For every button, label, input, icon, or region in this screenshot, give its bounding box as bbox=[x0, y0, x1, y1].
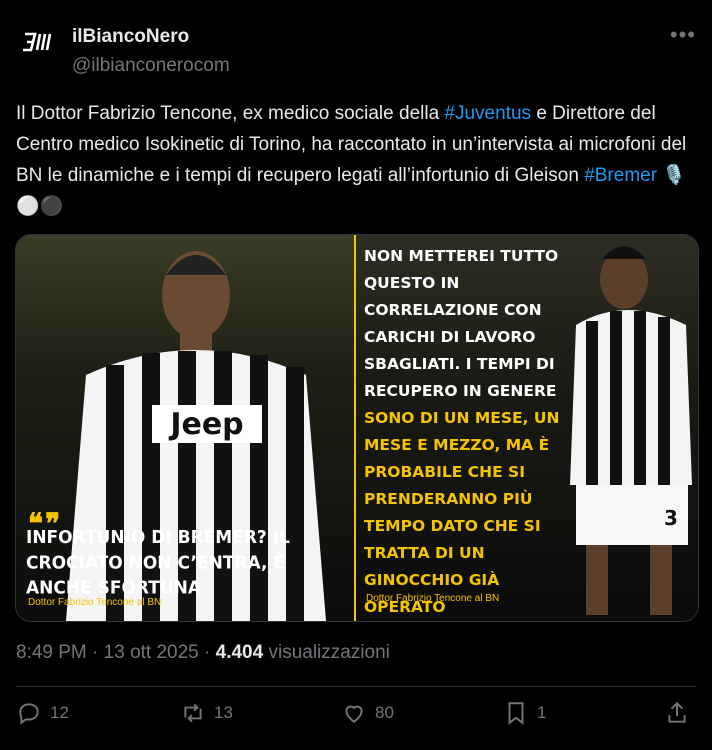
more-options-icon[interactable]: ••• bbox=[670, 22, 696, 48]
media-image-right[interactable]: 3 NON METTEREI TUTTO QUESTO IN CORRELAZI… bbox=[354, 235, 698, 621]
bookmark-button[interactable]: 1 bbox=[503, 700, 546, 726]
bookmark-count: 1 bbox=[537, 703, 547, 722]
like-count: 80 bbox=[375, 703, 394, 722]
reply-button[interactable]: 12 bbox=[16, 700, 69, 726]
right-quote: NON METTEREI TUTTO QUESTO IN CORRELAZION… bbox=[364, 243, 569, 621]
ilbianconero-logo bbox=[23, 32, 52, 52]
hashtag-juventus[interactable]: #Juventus bbox=[444, 103, 531, 124]
views-label: visualizzazioni bbox=[263, 642, 390, 663]
heart-icon bbox=[345, 705, 363, 723]
action-bar: 12 13 80 1 bbox=[16, 700, 696, 734]
repost-button[interactable]: 13 bbox=[180, 700, 233, 726]
author-name[interactable]: ilBiancoNero bbox=[72, 26, 189, 48]
like-button[interactable]: 80 bbox=[341, 700, 394, 726]
tweet-text: Il Dottor Fabrizio Tencone, ex medico so… bbox=[16, 98, 688, 222]
views-count: 4.404 bbox=[215, 642, 264, 663]
share-button[interactable] bbox=[664, 700, 698, 726]
meta-separator: · bbox=[198, 642, 216, 663]
meta-separator: · bbox=[86, 642, 104, 663]
shorts-number: 3 bbox=[664, 506, 678, 530]
right-credit: Dottor Fabrizio Tencone al BN bbox=[366, 593, 500, 604]
reply-icon bbox=[19, 703, 39, 725]
reply-count: 12 bbox=[50, 703, 69, 722]
tweet-date[interactable]: 13 ott 2025 bbox=[104, 642, 199, 663]
hashtag-bremer[interactable]: #Bremer bbox=[584, 165, 657, 186]
jersey-sponsor: Jeep bbox=[168, 407, 243, 442]
left-credit: Dottor Fabrizio Tencone al BN bbox=[28, 597, 162, 608]
left-caption: INFORTUNIO DI BREMER? IL CROCIATO NON C’… bbox=[26, 527, 290, 599]
repost-count: 13 bbox=[214, 703, 233, 722]
right-quote-white: NON METTEREI TUTTO QUESTO IN CORRELAZION… bbox=[364, 247, 559, 400]
right-quote-yellow: SONO DI UN MESE, UN MESE E MEZZO, MA È P… bbox=[364, 409, 560, 616]
bookmark-icon bbox=[508, 702, 524, 725]
avatar[interactable] bbox=[16, 20, 60, 64]
repost-icon bbox=[184, 703, 202, 723]
media-image-left[interactable]: Jeep ❝❞ INFORTUNIO DI BREMER? IL CROCIAT… bbox=[16, 235, 354, 621]
tweet-time[interactable]: 8:49 PM bbox=[16, 642, 87, 663]
tweet-text-part: Il Dottor Fabrizio Tencone, ex medico so… bbox=[16, 103, 445, 124]
tweet-media[interactable]: Jeep ❝❞ INFORTUNIO DI BREMER? IL CROCIAT… bbox=[15, 234, 699, 622]
tweet-timestamp[interactable]: 8:49 PM · 13 ott 2025 · 4.404 visualizza… bbox=[16, 642, 390, 664]
divider bbox=[16, 686, 696, 687]
share-icon bbox=[668, 701, 686, 723]
author-handle[interactable]: @ilbianconerocom bbox=[72, 55, 230, 77]
